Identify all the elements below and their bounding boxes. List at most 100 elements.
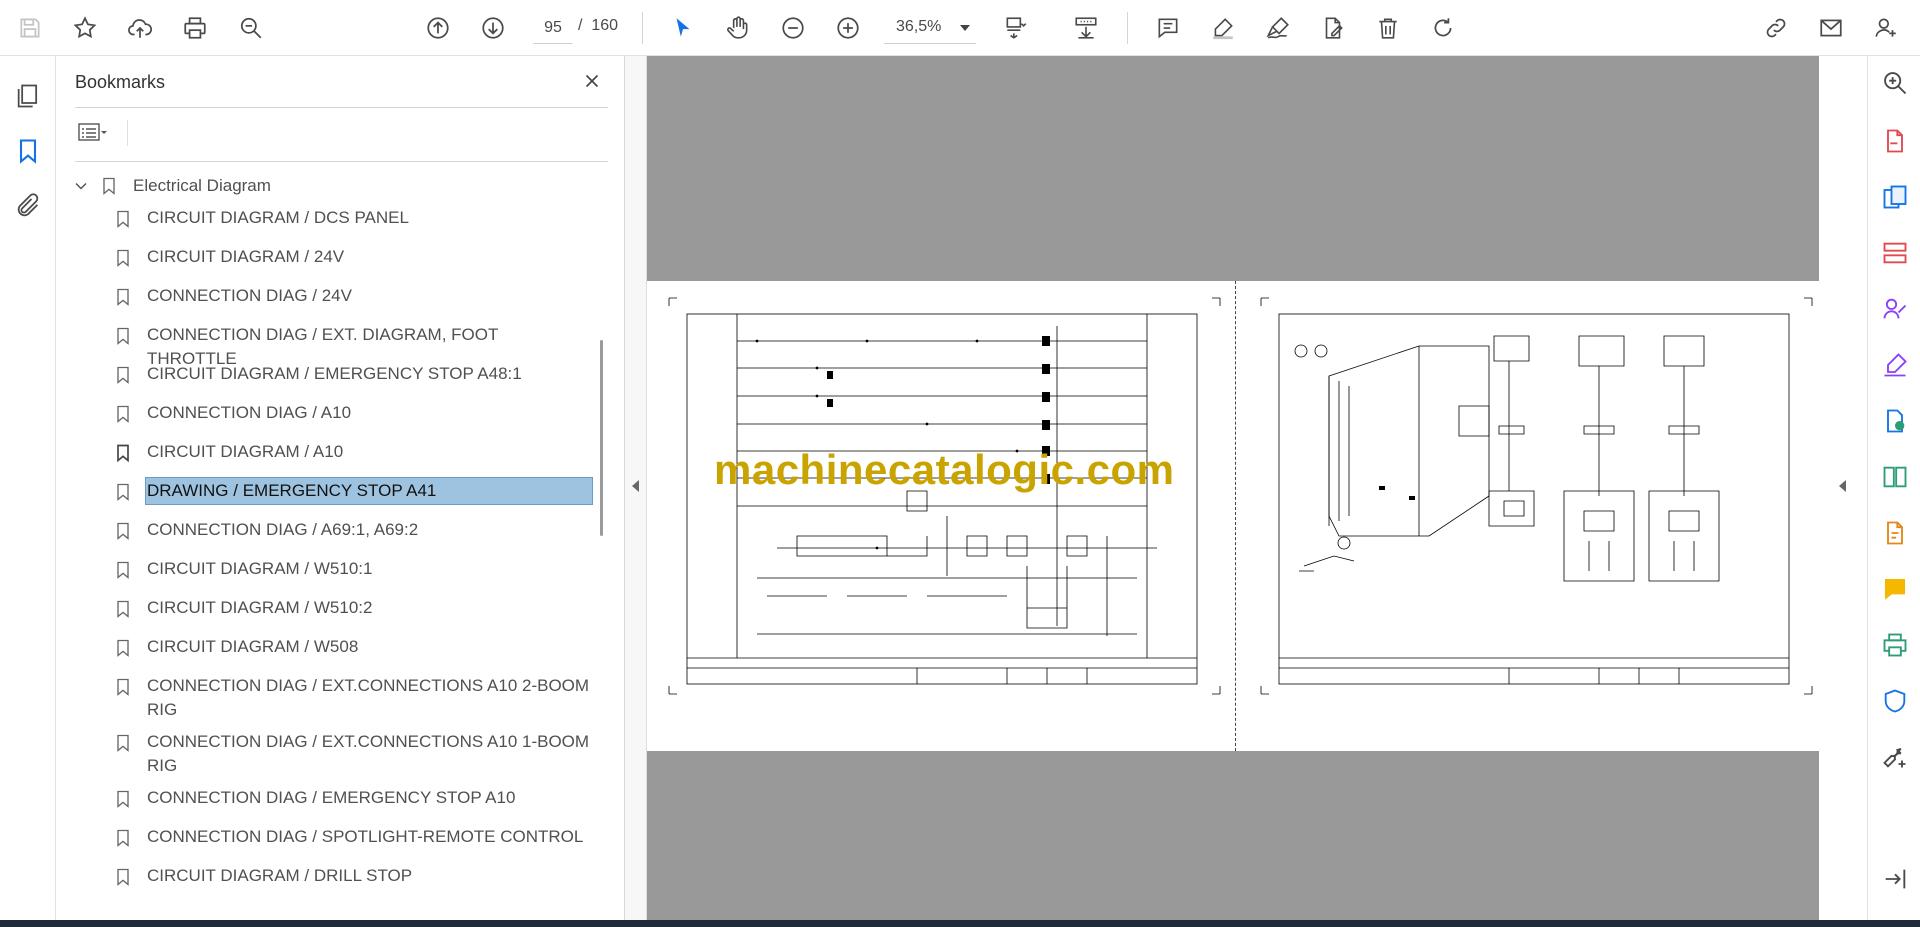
protect-icon[interactable] (1878, 684, 1912, 718)
bookmark-icon (117, 288, 129, 306)
bookmark-item[interactable]: CONNECTION DIAG / A69:1, A69:2 (113, 516, 593, 544)
bookmark-item[interactable]: CIRCUIT DIAGRAM / W510:1 (113, 555, 593, 583)
bookmark-item-selected[interactable]: DRAWING / EMERGENCY STOP A41 (113, 477, 593, 505)
bookmarks-icon[interactable] (10, 133, 46, 169)
attachments-icon[interactable] (10, 188, 46, 224)
bookmark-label: CIRCUIT DIAGRAM / 24V (147, 247, 345, 266)
bookmark-icon (117, 366, 129, 384)
bookmark-item[interactable]: CIRCUIT DIAGRAM / W510:2 (113, 594, 593, 622)
next-page-icon[interactable] (475, 10, 511, 46)
bookmark-label: CIRCUIT DIAGRAM / EMERGENCY STOP A48:1 (147, 364, 522, 383)
bookmark-item[interactable]: CONNECTION DIAG / EXT.CONNECTIONS A10 2-… (113, 672, 593, 724)
bookmark-item[interactable]: CONNECTION DIAG / 24V (113, 282, 593, 310)
zoom-tool-icon[interactable] (1878, 66, 1912, 100)
bookmark-item[interactable]: CONNECTION DIAG / A10 (113, 399, 593, 427)
bookmark-icon (117, 734, 129, 752)
print-icon[interactable] (177, 10, 213, 46)
add-comment-icon[interactable] (1878, 572, 1912, 606)
chevron-down-icon[interactable] (71, 176, 91, 196)
zoom-in-icon[interactable] (830, 10, 866, 46)
bookmark-label: CONNECTION DIAG / A69:1, A69:2 (147, 520, 419, 539)
close-icon[interactable] (577, 66, 607, 96)
bookmark-item[interactable]: CONNECTION DIAG / EMERGENCY STOP A10 (113, 784, 593, 812)
bookmark-item[interactable]: CIRCUIT DIAGRAM / DRILL STOP (113, 862, 593, 890)
bookmark-item[interactable]: CIRCUIT DIAGRAM / W508 (113, 633, 593, 661)
bookmark-label: CONNECTION DIAG / EXT.CONNECTIONS A10 2-… (147, 676, 590, 719)
divider (75, 107, 608, 108)
highlight-icon[interactable] (1205, 10, 1241, 46)
combine-files-icon[interactable] (1878, 180, 1912, 214)
mail-icon[interactable] (1813, 10, 1849, 46)
export-pdf-icon[interactable] (1878, 404, 1912, 438)
bookmark-icon (117, 210, 129, 228)
delete-icon[interactable] (1370, 10, 1406, 46)
bookmark-icon (117, 600, 129, 618)
sign-icon[interactable] (1260, 10, 1296, 46)
bookmarks-scrollbar[interactable] (597, 170, 605, 920)
bookmark-icon (117, 522, 129, 540)
bookmark-icon (117, 868, 129, 886)
expand-panel-icon[interactable] (1878, 862, 1912, 896)
bookmarks-panel: Bookmarks Electrical Diagram CIRCUIT DIA… (57, 56, 625, 920)
request-signature-icon[interactable] (1878, 292, 1912, 326)
rotate-icon[interactable] (1425, 10, 1461, 46)
fill-sign-icon[interactable] (1878, 348, 1912, 382)
hand-icon[interactable] (720, 10, 756, 46)
bookmark-item[interactable]: CIRCUIT DIAGRAM / 24V (113, 243, 593, 271)
bookmark-label: CIRCUIT DIAGRAM / W510:2 (147, 598, 373, 617)
account-icon[interactable] (1868, 10, 1904, 46)
zoom-search-icon[interactable] (233, 10, 269, 46)
tools-rail (1867, 56, 1920, 920)
main-toolbar: 95 / 160 36,5% (0, 0, 1920, 56)
zoom-level-select[interactable]: 36,5% (884, 12, 976, 44)
print-production-icon[interactable] (1878, 628, 1912, 662)
create-pdf-icon[interactable] (1878, 124, 1912, 158)
page-divider (1235, 281, 1236, 751)
panel-title: Bookmarks (75, 72, 166, 92)
bookmark-label: CIRCUIT DIAGRAM / DRILL STOP (147, 866, 413, 885)
bookmark-item[interactable]: CIRCUIT DIAGRAM / EMERGENCY STOP A48:1 (113, 360, 593, 388)
bookmark-icon (117, 405, 129, 423)
comment-icon[interactable] (1150, 10, 1186, 46)
page-count: 160 (591, 17, 619, 34)
edit-text-icon[interactable] (1878, 516, 1912, 550)
bookmark-options-button[interactable] (75, 116, 121, 148)
star-icon[interactable] (67, 10, 103, 46)
bookmark-item[interactable]: CIRCUIT DIAGRAM / A10 (113, 438, 593, 466)
upload-icon[interactable] (122, 10, 158, 46)
organize-pages-icon[interactable] (1878, 236, 1912, 270)
page-number-input[interactable]: 95 (533, 12, 573, 44)
compare-files-icon[interactable] (1878, 460, 1912, 494)
edit-pdf-icon[interactable] (1315, 10, 1351, 46)
collapse-panel-button[interactable] (625, 56, 647, 920)
bookmark-root[interactable]: Electrical Diagram (67, 170, 273, 202)
bookmark-item[interactable]: CIRCUIT DIAGRAM / DCS PANEL (113, 204, 593, 232)
bookmark-item[interactable]: CONNECTION DIAG / SPOTLIGHT-REMOTE CONTR… (113, 823, 593, 851)
bookmark-item[interactable]: CONNECTION DIAG / EXT.CONNECTIONS A10 1-… (113, 728, 593, 780)
bookmark-label: CONNECTION DIAG / EXT.CONNECTIONS A10 1-… (147, 732, 590, 775)
page-spread: machinecatalogic.com (647, 281, 1819, 751)
bookmark-icon (117, 790, 129, 808)
zoom-out-icon[interactable] (775, 10, 811, 46)
bookmark-icon (117, 249, 129, 267)
bookmark-label: CIRCUIT DIAGRAM / A10 (147, 442, 344, 461)
page-fit-icon[interactable] (998, 10, 1034, 46)
page-thumbnails-icon[interactable] (10, 78, 46, 114)
chevron-down-icon (960, 25, 970, 31)
bookmark-tree: Electrical Diagram CIRCUIT DIAGRAM / DCS… (67, 170, 597, 920)
scrollbar-thumb[interactable] (600, 340, 603, 536)
watermark-text: machinecatalogic.com (714, 446, 1175, 493)
page-95-drawing (1260, 297, 1813, 695)
document-viewer[interactable]: machinecatalogic.com (647, 56, 1819, 920)
more-tools-icon[interactable] (1878, 740, 1912, 774)
bookmark-icon (117, 327, 129, 345)
toolbar-divider (642, 12, 643, 44)
prev-page-icon[interactable] (420, 10, 456, 46)
scroll-mode-icon[interactable] (1068, 10, 1104, 46)
bookmark-root-label: Electrical Diagram (133, 176, 271, 195)
collapse-tools-button[interactable] (1819, 56, 1867, 920)
share-link-icon[interactable] (1758, 10, 1794, 46)
select-arrow-icon[interactable] (665, 10, 701, 46)
page-94-drawing (668, 297, 1221, 695)
save-icon[interactable] (12, 10, 48, 46)
